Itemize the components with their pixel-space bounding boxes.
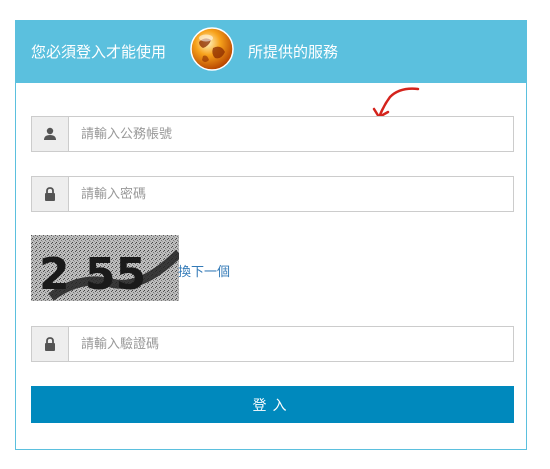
- login-panel: 您必須登入才能使用 所提供的服務 請輸入公務帳號 2 55 換下一個 請輸入驗證…: [15, 20, 527, 450]
- account-input-group: [31, 116, 514, 152]
- password-input-group: [31, 176, 514, 212]
- user-icon: [32, 117, 69, 151]
- refresh-captcha-link[interactable]: 換下一個: [178, 261, 230, 280]
- panel-header: 您必須登入才能使用 所提供的服務: [16, 21, 526, 83]
- verify-code-input[interactable]: [69, 327, 513, 361]
- account-input[interactable]: [69, 117, 513, 151]
- lock-icon: [32, 177, 69, 211]
- captcha-image: 2 55: [31, 235, 179, 301]
- password-input[interactable]: [69, 177, 513, 211]
- header-text-left: 您必須登入才能使用: [31, 43, 167, 61]
- login-button[interactable]: 登入: [31, 386, 514, 423]
- header-text-right: 所提供的服務: [248, 43, 339, 61]
- verify-input-group: [31, 326, 514, 362]
- lock-icon: [32, 327, 69, 361]
- globe-icon: [190, 27, 234, 71]
- captcha-text: 2 55: [39, 249, 146, 300]
